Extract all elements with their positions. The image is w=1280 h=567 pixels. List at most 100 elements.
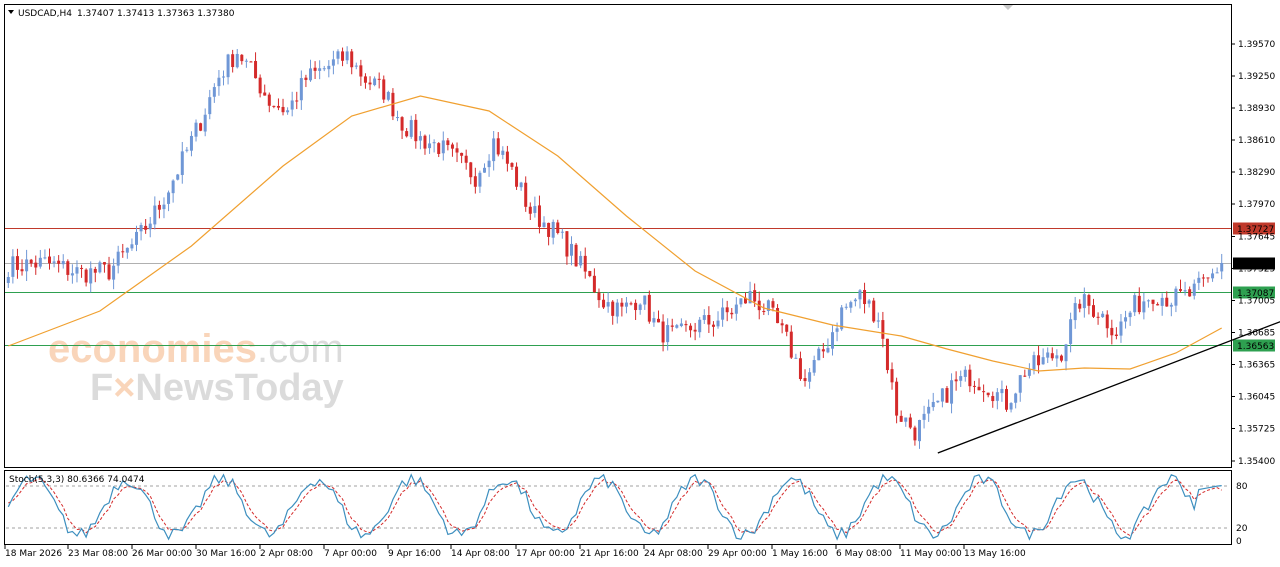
candle-body <box>895 381 899 416</box>
candle-body <box>38 257 42 267</box>
price-chart[interactable]: economies.com F×NewsToday 1.377271.37380… <box>0 0 1280 567</box>
candle-body <box>1046 352 1050 358</box>
candle-body <box>533 206 537 213</box>
candle-body <box>1174 288 1178 306</box>
candle-body <box>918 419 921 442</box>
candle-body <box>643 295 647 305</box>
candle-body <box>400 117 404 131</box>
stoch-level-label: 80 <box>1236 482 1248 492</box>
candle-body <box>492 138 496 162</box>
candle-body <box>208 97 212 115</box>
candle-body <box>899 415 903 422</box>
candle-body <box>386 91 390 100</box>
candle-body <box>102 262 106 265</box>
candle-body <box>881 320 885 339</box>
candle-body <box>318 68 322 71</box>
candle-body <box>624 302 628 307</box>
candle-body <box>1009 403 1013 410</box>
candle-body <box>139 225 143 232</box>
candle-body <box>808 372 812 382</box>
candle-body <box>281 106 285 113</box>
candle-body <box>528 206 532 214</box>
candle-body <box>157 204 161 210</box>
candle-body <box>148 223 152 230</box>
candle-body <box>1169 304 1173 307</box>
candle-body <box>542 222 546 228</box>
candle-body <box>986 392 990 396</box>
x-tick-label: 11 May 00:00 <box>900 549 962 559</box>
candle-body <box>93 268 97 273</box>
candle-body <box>950 380 954 404</box>
candle-body <box>1206 277 1210 279</box>
candle-body <box>189 135 193 151</box>
candle-body <box>15 256 19 270</box>
y-tick-label: 1.36685 <box>1238 329 1275 339</box>
candle-body <box>579 255 583 266</box>
candle-body <box>592 275 596 293</box>
candle-body <box>180 151 184 175</box>
candle-body <box>469 162 473 178</box>
candle-body <box>666 325 670 343</box>
candle-body <box>144 225 148 230</box>
candle-body <box>98 262 102 273</box>
candle-body <box>1188 289 1192 297</box>
x-tick-label: 2 Apr 08:00 <box>260 549 313 559</box>
candle-body <box>437 143 441 154</box>
candle-body <box>606 302 610 307</box>
candle-body <box>904 417 908 422</box>
y-tick-label: 1.37325 <box>1238 265 1275 275</box>
candle-body <box>244 60 248 62</box>
candle-body <box>876 320 880 322</box>
candle-body <box>1183 290 1187 292</box>
candle-body <box>1165 297 1169 307</box>
indicator-panel <box>4 470 1232 545</box>
candle-body <box>354 65 358 67</box>
candle-body <box>959 376 963 381</box>
candle-body <box>487 160 491 168</box>
y-tick-label: 1.38930 <box>1238 104 1275 114</box>
candle-body <box>450 144 454 149</box>
candle-body <box>670 325 674 327</box>
candle-body <box>75 267 79 274</box>
candle-body <box>368 82 372 85</box>
candle-body <box>382 79 386 100</box>
y-tick-label: 1.36045 <box>1238 393 1275 403</box>
candle-body <box>583 255 587 272</box>
watermark-domain: .com <box>257 327 344 371</box>
candle-body <box>565 231 569 257</box>
candle-body <box>519 182 523 188</box>
candle-body <box>972 385 976 387</box>
candle-body <box>794 357 798 359</box>
candle-body <box>1064 344 1068 362</box>
candle-body <box>254 60 258 79</box>
candle-body <box>1082 294 1086 309</box>
candle-body <box>61 261 65 265</box>
candle-body <box>936 400 940 403</box>
candle-body <box>1078 303 1082 309</box>
candle-body <box>693 329 697 332</box>
y-tick-label: 1.38290 <box>1238 168 1275 178</box>
candle-body <box>872 300 876 322</box>
candle-body <box>11 256 15 277</box>
candle-body <box>1124 317 1128 322</box>
candle-body <box>286 110 290 113</box>
candle-body <box>629 303 633 305</box>
candle-body <box>982 391 986 393</box>
candle-body <box>194 122 198 137</box>
candle-body <box>66 261 70 275</box>
candle-body <box>780 323 784 326</box>
candle-body <box>863 289 867 305</box>
candle-body <box>551 221 555 238</box>
candle-body <box>464 155 468 163</box>
x-tick-label: 21 Apr 16:00 <box>580 549 639 559</box>
candle-body <box>940 388 944 402</box>
candle-body <box>1073 303 1077 321</box>
x-tick-label: 29 Apr 00:00 <box>708 549 767 559</box>
candle-body <box>1220 263 1224 272</box>
candle-body <box>908 417 912 428</box>
candle-body <box>455 148 459 153</box>
candle-body <box>1069 319 1073 344</box>
candle-body <box>176 174 180 180</box>
candle-body <box>29 259 33 264</box>
candle-body <box>1032 355 1036 370</box>
